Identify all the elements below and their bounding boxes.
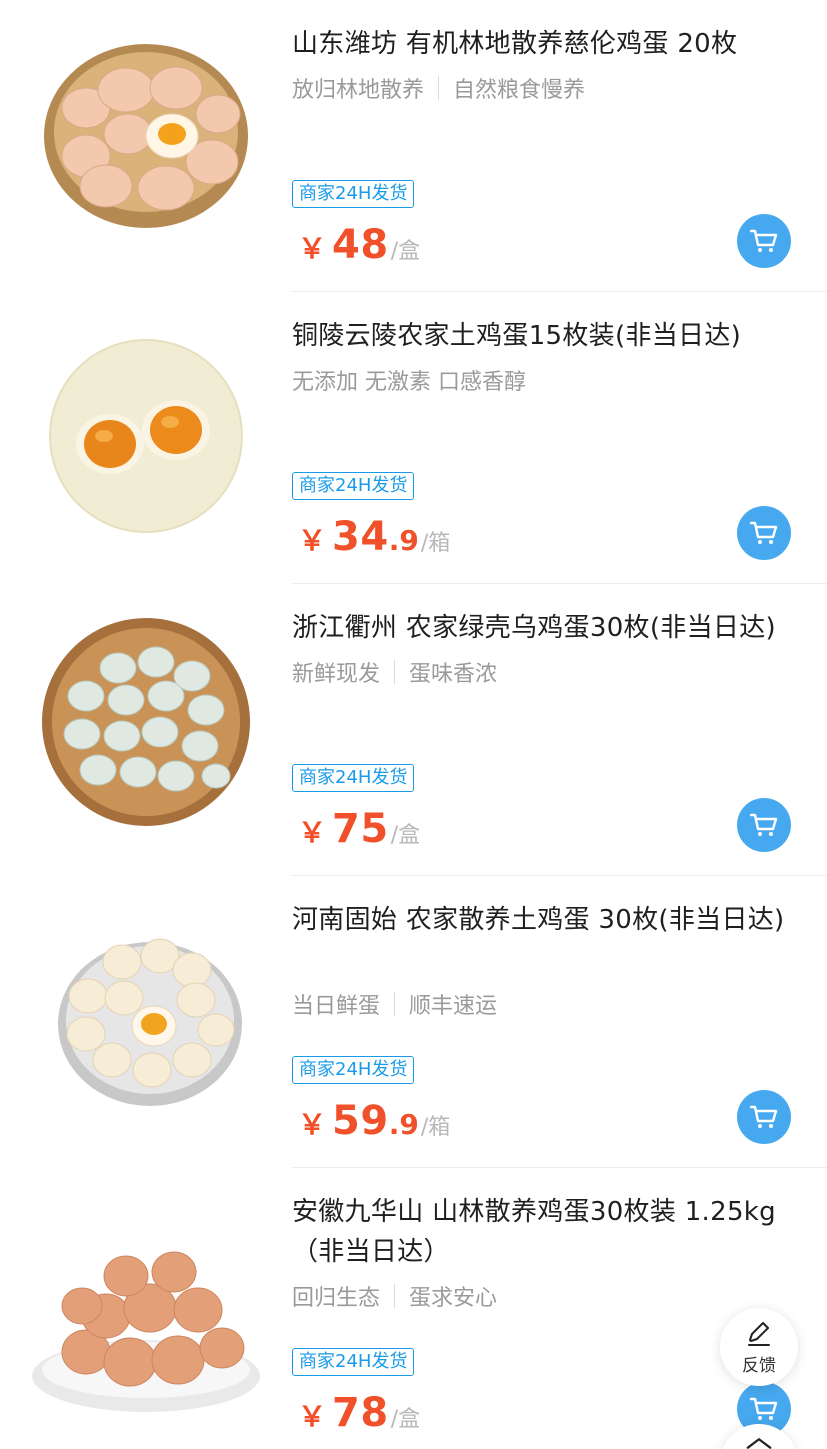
- shipping-badge: 商家24H发货: [292, 472, 415, 500]
- tag-divider: [438, 76, 440, 100]
- tag-divider: [394, 1284, 396, 1308]
- product-tags: 无添加 无激素 口感香醇: [292, 364, 526, 396]
- product-tag: 新鲜现发: [292, 662, 381, 687]
- add-to-cart-button[interactable]: [737, 214, 791, 268]
- product-tag: 蛋求安心: [409, 1286, 498, 1311]
- product-item[interactable]: 河南固始 农家散养土鸡蛋 30枚(非当日达) 当日鲜蛋 顺丰速运 商家24H发货…: [0, 876, 827, 1168]
- tag-divider: [394, 992, 396, 1016]
- product-tag: 自然粮食慢养: [453, 78, 586, 103]
- chevron-up-icon: [746, 1438, 772, 1449]
- product-title[interactable]: 安徽九华山 山林散养鸡蛋30枚装 1.25kg（非当日达）: [292, 1192, 803, 1272]
- add-to-cart-button[interactable]: [737, 1090, 791, 1144]
- price: ￥ 59 .9 /箱: [298, 1098, 450, 1144]
- tag-divider: [394, 660, 396, 684]
- price-decimal: .9: [388, 1108, 419, 1141]
- product-tag: 当日鲜蛋: [292, 994, 381, 1019]
- add-to-cart-button[interactable]: [737, 798, 791, 852]
- feedback-button[interactable]: 反馈: [720, 1308, 798, 1386]
- currency-symbol: ￥: [298, 1400, 327, 1433]
- product-title[interactable]: 河南固始 农家散养土鸡蛋 30枚(非当日达): [292, 900, 803, 940]
- price: ￥ 78 /盒: [298, 1390, 420, 1436]
- eggs-plate-yolk-icon[interactable]: [26, 900, 266, 1140]
- add-to-cart-button[interactable]: [737, 506, 791, 560]
- pencil-icon: [748, 1321, 770, 1346]
- product-tags: 回归生态 蛋求安心: [292, 1280, 497, 1312]
- product-tags: 当日鲜蛋 顺丰速运: [292, 988, 497, 1020]
- cart-icon: [749, 229, 778, 252]
- product-item[interactable]: 浙江衢州 农家绿壳乌鸡蛋30枚(非当日达) 新鲜现发 蛋味香浓 商家24H发货 …: [0, 584, 827, 876]
- product-title[interactable]: 山东潍坊 有机林地散养慈伦鸡蛋 20枚: [292, 24, 803, 64]
- egg-basket-brown-icon[interactable]: [26, 18, 266, 258]
- green-eggs-basket-icon[interactable]: [26, 600, 266, 840]
- cart-icon: [749, 1105, 778, 1128]
- eggs-bowl-icon[interactable]: [26, 1204, 266, 1444]
- product-tag: 无添加 无激素 口感香醇: [292, 370, 526, 395]
- product-title[interactable]: 铜陵云陵农家土鸡蛋15枚装(非当日达): [292, 316, 803, 356]
- product-tag: 蛋味香浓: [409, 662, 498, 687]
- price-integer: 59: [332, 1098, 389, 1144]
- price-unit: /箱: [420, 1115, 451, 1140]
- currency-symbol: ￥: [298, 524, 327, 557]
- price: ￥ 48 /盒: [298, 222, 420, 268]
- feedback-label: 反馈: [742, 1355, 776, 1376]
- product-tags: 新鲜现发 蛋味香浓: [292, 656, 497, 688]
- egg-yolks-plate-icon[interactable]: [26, 316, 266, 556]
- shipping-badge: 商家24H发货: [292, 1056, 415, 1084]
- shipping-badge: 商家24H发货: [292, 1348, 415, 1376]
- product-tag: 顺丰速运: [409, 994, 498, 1019]
- price-integer: 78: [332, 1390, 389, 1436]
- price-unit: /箱: [420, 531, 451, 556]
- price-decimal: .9: [388, 524, 419, 557]
- cart-icon: [749, 521, 778, 544]
- currency-symbol: ￥: [298, 1108, 327, 1141]
- product-tag: 放归林地散养: [292, 78, 425, 103]
- price-integer: 48: [332, 222, 389, 268]
- price-unit: /盒: [390, 1407, 421, 1432]
- currency-symbol: ￥: [298, 232, 327, 265]
- price: ￥ 34 .9 /箱: [298, 514, 450, 560]
- product-title[interactable]: 浙江衢州 农家绿壳乌鸡蛋30枚(非当日达): [292, 608, 803, 648]
- shipping-badge: 商家24H发货: [292, 180, 415, 208]
- cart-icon: [749, 813, 778, 836]
- price: ￥ 75 /盒: [298, 806, 420, 852]
- currency-symbol: ￥: [298, 816, 327, 849]
- price-unit: /盒: [390, 823, 421, 848]
- product-item[interactable]: 铜陵云陵农家土鸡蛋15枚装(非当日达) 无添加 无激素 口感香醇 商家24H发货…: [0, 292, 827, 584]
- shipping-badge: 商家24H发货: [292, 764, 415, 792]
- product-list: 山东潍坊 有机林地散养慈伦鸡蛋 20枚 放归林地散养 自然粮食慢养 商家24H发…: [0, 0, 827, 1449]
- price-integer: 75: [332, 806, 389, 852]
- product-item[interactable]: 山东潍坊 有机林地散养慈伦鸡蛋 20枚 放归林地散养 自然粮食慢养 商家24H发…: [0, 0, 827, 292]
- product-tags: 放归林地散养 自然粮食慢养: [292, 72, 585, 104]
- product-tag: 回归生态: [292, 1286, 381, 1311]
- price-unit: /盒: [390, 239, 421, 264]
- price-integer: 34: [332, 514, 389, 560]
- product-item[interactable]: 安徽九华山 山林散养鸡蛋30枚装 1.25kg（非当日达） 回归生态 蛋求安心 …: [0, 1168, 827, 1449]
- cart-icon: [749, 1397, 778, 1420]
